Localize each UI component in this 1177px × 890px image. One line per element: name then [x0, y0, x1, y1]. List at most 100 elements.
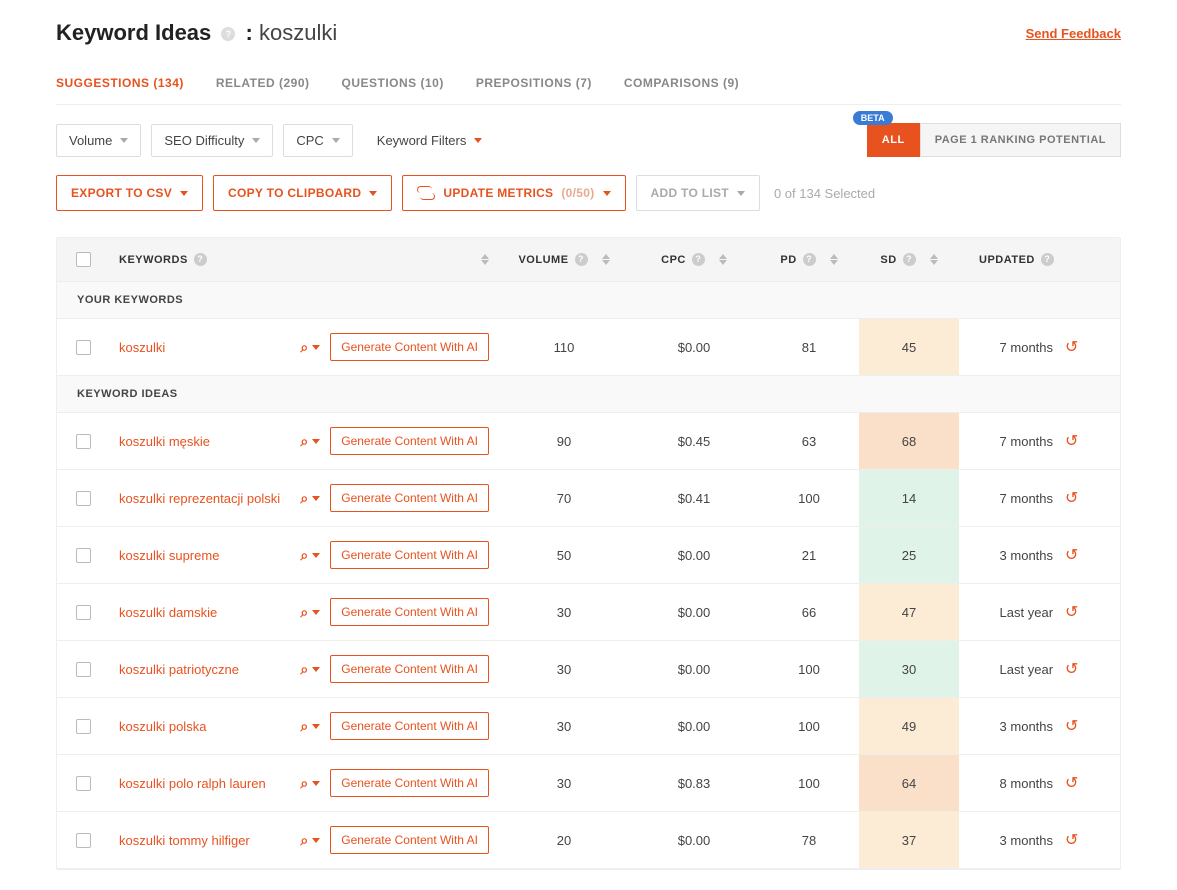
keyword-link[interactable]: koszulki patriotyczne: [119, 662, 300, 677]
keyword-link[interactable]: koszulki polska: [119, 719, 300, 734]
keyword-search-icon[interactable]: ⌕: [300, 490, 320, 507]
sort-icon[interactable]: [830, 254, 838, 265]
tabs: SUGGESTIONS (134) RELATED (290) QUESTIONS …: [56, 66, 1121, 105]
refresh-icon[interactable]: ↻: [1065, 602, 1078, 622]
row-checkbox[interactable]: [76, 776, 91, 791]
keyword-link[interactable]: koszulki damskie: [119, 605, 300, 620]
help-icon[interactable]: ?: [1041, 253, 1054, 266]
chevron-down-icon: [603, 191, 611, 196]
row-checkbox[interactable]: [76, 548, 91, 563]
refresh-icon[interactable]: ↻: [1065, 773, 1078, 793]
cpc-dropdown[interactable]: CPC: [283, 124, 352, 157]
keyword-link[interactable]: koszulki: [119, 340, 300, 355]
seo-difficulty-dropdown[interactable]: SEO Difficulty: [151, 124, 273, 157]
keyword-link[interactable]: koszulki tommy hilfiger: [119, 833, 300, 848]
tab[interactable]: RELATED (290): [216, 76, 310, 104]
row-checkbox[interactable]: [76, 434, 91, 449]
tab[interactable]: PREPOSITIONS (7): [476, 76, 592, 104]
sort-icon[interactable]: [602, 254, 610, 265]
column-volume[interactable]: VOLUME ?: [499, 238, 629, 281]
cell-volume: 90: [499, 413, 629, 469]
section-your-keywords: YOUR KEYWORDS: [57, 282, 1120, 319]
row-checkbox[interactable]: [76, 605, 91, 620]
cell-pd: 100: [759, 641, 859, 697]
copy-clipboard-button[interactable]: COPY TO CLIPBOARD: [213, 175, 392, 211]
generate-content-button[interactable]: Generate Content With AI: [330, 427, 489, 455]
keyword-search-icon[interactable]: ⌕: [300, 832, 320, 849]
row-checkbox[interactable]: [76, 719, 91, 734]
generate-content-button[interactable]: Generate Content With AI: [330, 598, 489, 626]
help-icon[interactable]: ?: [692, 253, 705, 266]
keyword-search-icon[interactable]: ⌕: [300, 547, 320, 564]
keyword-filters-dropdown[interactable]: Keyword Filters: [377, 133, 483, 148]
refresh-icon[interactable]: ↻: [1065, 716, 1078, 736]
column-pd[interactable]: PD ?: [759, 238, 859, 281]
generate-content-button[interactable]: Generate Content With AI: [330, 826, 489, 854]
generate-content-button[interactable]: Generate Content With AI: [330, 655, 489, 683]
cell-sd: 64: [859, 755, 959, 811]
update-metrics-button[interactable]: UPDATE METRICS (0/50): [402, 175, 625, 211]
sort-icon[interactable]: [930, 254, 938, 265]
chevron-down-icon: [332, 138, 340, 143]
column-sd[interactable]: SD ?: [859, 238, 959, 281]
keyword-search-icon[interactable]: ⌕: [300, 661, 320, 678]
volume-dropdown[interactable]: Volume: [56, 124, 141, 157]
refresh-icon[interactable]: ↻: [1065, 659, 1078, 679]
keyword-search-icon[interactable]: ⌕: [300, 433, 320, 450]
cell-sd: 25: [859, 527, 959, 583]
send-feedback-link[interactable]: Send Feedback: [1026, 26, 1121, 41]
cell-sd: 49: [859, 698, 959, 754]
keyword-link[interactable]: koszulki supreme: [119, 548, 300, 563]
sort-icon[interactable]: [481, 254, 489, 265]
title-prefix: Keyword Ideas: [56, 20, 211, 45]
filter-ranking-potential-button[interactable]: PAGE 1 RANKING POTENTIAL: [920, 123, 1121, 157]
generate-content-button[interactable]: Generate Content With AI: [330, 769, 489, 797]
select-all-checkbox[interactable]: [76, 252, 91, 267]
export-csv-button[interactable]: EXPORT TO CSV: [56, 175, 203, 211]
generate-content-button[interactable]: Generate Content With AI: [330, 484, 489, 512]
generate-content-button[interactable]: Generate Content With AI: [330, 712, 489, 740]
cell-pd: 63: [759, 413, 859, 469]
help-icon[interactable]: ?: [903, 253, 916, 266]
cell-sd: 47: [859, 584, 959, 640]
generate-content-button[interactable]: Generate Content With AI: [330, 333, 489, 361]
column-cpc[interactable]: CPC ?: [629, 238, 759, 281]
refresh-icon[interactable]: ↻: [1065, 830, 1078, 850]
help-icon[interactable]: ?: [575, 253, 588, 266]
keyword-link[interactable]: koszulki reprezentacji polski: [119, 491, 300, 506]
row-checkbox[interactable]: [76, 340, 91, 355]
tab[interactable]: QUESTIONS (10): [342, 76, 444, 104]
row-checkbox[interactable]: [76, 491, 91, 506]
keyword-search-icon[interactable]: ⌕: [300, 604, 320, 621]
filter-all-button[interactable]: ALL: [867, 123, 920, 157]
cell-updated: 3 months↻: [959, 527, 1119, 583]
refresh-icon[interactable]: ↻: [1065, 337, 1078, 357]
table-row: koszulki polska⌕ Generate Content With AI…: [57, 698, 1120, 755]
cell-sd: 30: [859, 641, 959, 697]
refresh-icon[interactable]: ↻: [1065, 545, 1078, 565]
row-checkbox[interactable]: [76, 662, 91, 677]
cell-volume: 30: [499, 641, 629, 697]
column-keywords[interactable]: KEYWORDS ?: [109, 238, 499, 281]
refresh-icon[interactable]: ↻: [1065, 431, 1078, 451]
help-icon[interactable]: ?: [221, 27, 235, 41]
add-to-list-button[interactable]: ADD TO LIST: [636, 175, 760, 211]
keyword-search-icon[interactable]: ⌕: [300, 775, 320, 792]
generate-content-button[interactable]: Generate Content With AI: [330, 541, 489, 569]
cell-sd: 45: [859, 319, 959, 375]
help-icon[interactable]: ?: [803, 253, 816, 266]
help-icon[interactable]: ?: [194, 253, 207, 266]
refresh-icon[interactable]: ↻: [1065, 488, 1078, 508]
row-checkbox[interactable]: [76, 833, 91, 848]
sort-icon[interactable]: [719, 254, 727, 265]
tab[interactable]: SUGGESTIONS (134): [56, 76, 184, 104]
column-updated[interactable]: UPDATED ?: [959, 238, 1119, 281]
keyword-link[interactable]: koszulki polo ralph lauren: [119, 776, 300, 791]
tab[interactable]: COMPARISONS (9): [624, 76, 739, 104]
keyword-link[interactable]: koszulki męskie: [119, 434, 300, 449]
cell-cpc: $0.83: [629, 755, 759, 811]
table-row: koszulki supreme⌕ Generate Content With A…: [57, 527, 1120, 584]
keyword-search-icon[interactable]: ⌕: [300, 339, 320, 356]
chevron-down-icon: [369, 191, 377, 196]
keyword-search-icon[interactable]: ⌕: [300, 718, 320, 735]
